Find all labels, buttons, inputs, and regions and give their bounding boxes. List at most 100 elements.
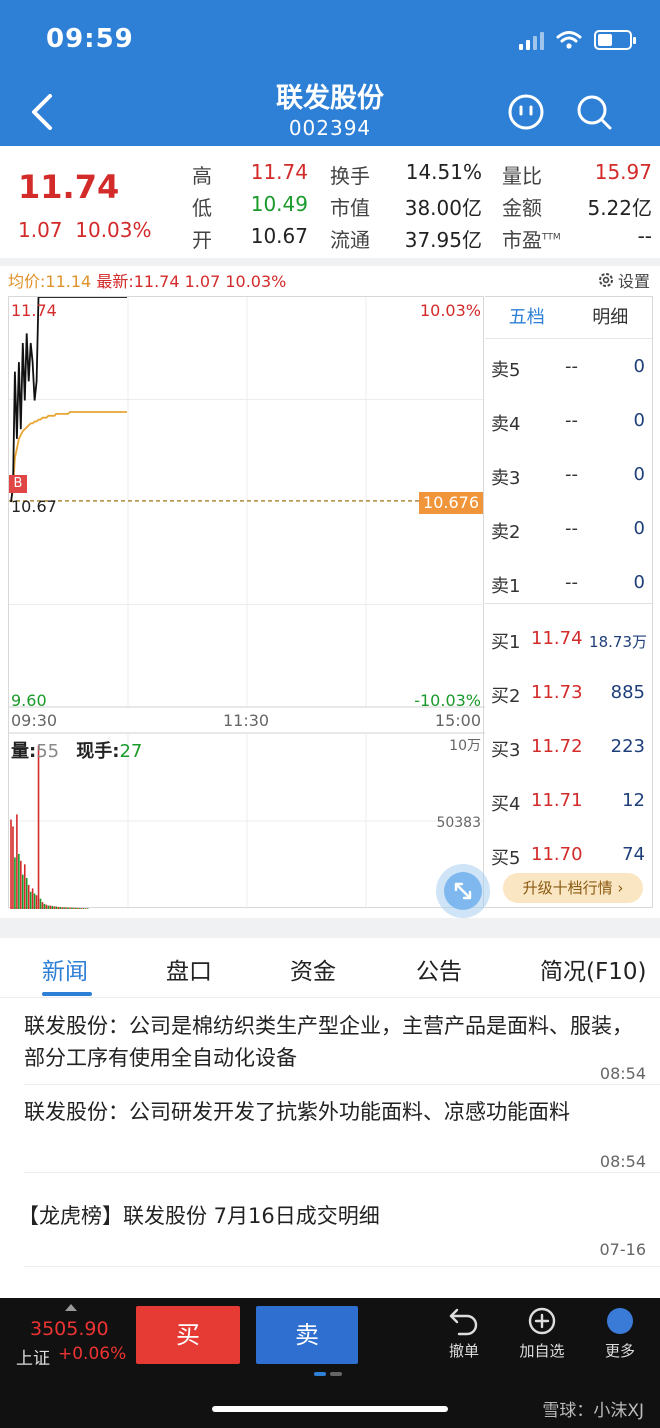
volume-bar bbox=[16, 814, 18, 909]
level-volume: 18.73万 bbox=[589, 633, 647, 651]
y-top-left-label: 11.74 bbox=[11, 301, 57, 320]
volume-bar bbox=[51, 905, 54, 909]
trade-bottom-bar: 3505.90 上证 +0.06% 买 卖 撤单 加自选 更多 雪球：小沫XJ bbox=[0, 1298, 660, 1428]
news-item-time: 07-16 bbox=[599, 1240, 647, 1259]
volume-bar bbox=[53, 906, 56, 909]
volume-bar bbox=[27, 884, 30, 909]
market-cap-value: 38.00亿 bbox=[404, 196, 482, 220]
tab-funds[interactable]: 资金 bbox=[290, 952, 336, 986]
caret-up-icon[interactable] bbox=[64, 1302, 78, 1312]
turnover-value: 14.51% bbox=[405, 160, 482, 184]
stock-code: 002394 bbox=[288, 116, 372, 140]
amount-label: 金额 bbox=[502, 196, 542, 220]
tab-handicap[interactable]: 盘口 bbox=[166, 952, 212, 986]
status-icons bbox=[519, 28, 636, 50]
market-cap-label: 市值 bbox=[330, 196, 370, 220]
add-circle-icon bbox=[528, 1307, 556, 1335]
level-label: 卖3 bbox=[491, 468, 521, 489]
volume-bar bbox=[33, 893, 36, 909]
bid-row[interactable]: 买3 11.72 223 bbox=[485, 721, 653, 775]
volume-bar bbox=[86, 908, 89, 909]
level-label: 买2 bbox=[491, 686, 521, 707]
ask-row[interactable]: 卖5 -- 0 bbox=[485, 341, 653, 395]
tab-news[interactable]: 新闻 bbox=[42, 952, 88, 986]
level-label: 卖1 bbox=[491, 576, 521, 597]
low-value: 10.49 bbox=[250, 192, 308, 216]
tab-five-levels[interactable]: 五档 bbox=[485, 297, 569, 338]
volume-bar bbox=[75, 907, 77, 909]
volume-bar bbox=[29, 891, 32, 909]
intraday-chart[interactable]: 11.74 10.03% 9.60 -10.03% 10.67 B 10.676… bbox=[8, 296, 485, 909]
bid-row[interactable]: 买1 11.74 18.73万 bbox=[485, 613, 653, 667]
level-label: 买4 bbox=[491, 794, 521, 815]
volume-bar bbox=[20, 860, 22, 909]
search-icon[interactable] bbox=[574, 92, 614, 132]
tab-details[interactable]: 明细 bbox=[569, 297, 653, 338]
status-time: 09:59 bbox=[46, 24, 134, 54]
cancel-order-button[interactable]: 撤单 bbox=[434, 1306, 494, 1361]
volume-readout: 量:55 现手:27 bbox=[11, 741, 143, 762]
ask-row[interactable]: 卖4 -- 0 bbox=[485, 395, 653, 449]
level-volume: 0 bbox=[633, 518, 645, 539]
news-item-time: 08:54 bbox=[599, 1064, 646, 1083]
bid-row[interactable]: 买4 11.71 12 bbox=[485, 775, 653, 829]
turnover-label: 换手 bbox=[330, 164, 370, 188]
volume-bar bbox=[35, 895, 38, 909]
app-header: 09:59 联发股份 002394 bbox=[0, 0, 660, 146]
volume-ratio-value: 15.97 bbox=[594, 160, 652, 184]
volume-bar bbox=[59, 906, 61, 909]
volume-bar bbox=[23, 864, 26, 909]
level-price: 11.70 bbox=[531, 844, 583, 865]
volume-bar bbox=[49, 905, 52, 909]
news-item-title[interactable]: 联发股份：公司是棉纺织类生产型企业，主营产品是面料、服装，部分工序有使用全自动化… bbox=[24, 1010, 640, 1074]
add-watchlist-button[interactable]: 加自选 bbox=[512, 1306, 572, 1361]
page-indicator bbox=[314, 1372, 342, 1376]
fullscreen-button[interactable] bbox=[436, 864, 490, 918]
more-button[interactable]: 更多 bbox=[590, 1306, 650, 1361]
volume-bar bbox=[18, 853, 20, 909]
ask-row[interactable]: 卖2 -- 0 bbox=[485, 503, 653, 557]
avg-price-line bbox=[10, 411, 127, 503]
volume-bar bbox=[63, 907, 65, 909]
news-item-title[interactable]: 【龙虎榜】联发股份 7月16日成交明细 bbox=[18, 1200, 634, 1232]
volume-bar bbox=[79, 907, 81, 909]
bid-row[interactable]: 买2 11.73 885 bbox=[485, 667, 653, 721]
watermark: 雪球：小沫XJ bbox=[542, 1401, 644, 1421]
settings-button[interactable]: 设置 bbox=[597, 268, 650, 292]
level-label: 买3 bbox=[491, 740, 521, 761]
tab-announcements[interactable]: 公告 bbox=[416, 952, 462, 986]
undo-icon bbox=[449, 1308, 478, 1336]
section-separator bbox=[0, 258, 660, 266]
volume-bar bbox=[81, 908, 83, 909]
cellular-signal-icon bbox=[519, 30, 544, 50]
tab-profile-f10[interactable]: 简况(F10) bbox=[540, 952, 646, 986]
level-volume: 74 bbox=[622, 844, 645, 865]
ask-row[interactable]: 卖3 -- 0 bbox=[485, 449, 653, 503]
level-volume: 223 bbox=[610, 736, 645, 757]
volume-bar bbox=[69, 907, 71, 909]
buy-button[interactable]: 买 bbox=[136, 1306, 240, 1364]
volume-bar bbox=[71, 907, 73, 909]
volume-bar bbox=[57, 906, 59, 909]
buy-marker[interactable]: B bbox=[9, 475, 27, 493]
intraday-chart-svg bbox=[9, 297, 485, 909]
volume-mid-label: 50383 bbox=[436, 815, 481, 831]
upgrade-ten-levels-button[interactable]: 升级十档行情 › bbox=[503, 873, 643, 903]
volume-bar bbox=[77, 907, 79, 909]
quote-panel: 11.74 1.07 10.03% 高 11.74 换手 14.51% 量比 1… bbox=[0, 146, 660, 258]
active-tab-indicator bbox=[42, 992, 92, 996]
x-tick-label: 15:00 bbox=[434, 711, 481, 730]
news-divider bbox=[24, 1172, 660, 1173]
volume-bar bbox=[22, 874, 24, 909]
news-item-title[interactable]: 联发股份：公司研发开发了抗紫外功能面料、凉感功能面料 bbox=[24, 1096, 640, 1128]
high-label: 高 bbox=[192, 164, 212, 188]
customer-service-icon[interactable] bbox=[506, 92, 546, 132]
level-volume: 0 bbox=[633, 410, 645, 431]
section-separator bbox=[0, 918, 660, 938]
float-cap-value: 37.95亿 bbox=[404, 228, 482, 252]
sell-button[interactable]: 卖 bbox=[256, 1306, 358, 1364]
level-price: -- bbox=[565, 572, 578, 593]
news-divider bbox=[24, 1084, 660, 1085]
volume-bar bbox=[43, 903, 46, 909]
volume-bar bbox=[55, 906, 58, 909]
